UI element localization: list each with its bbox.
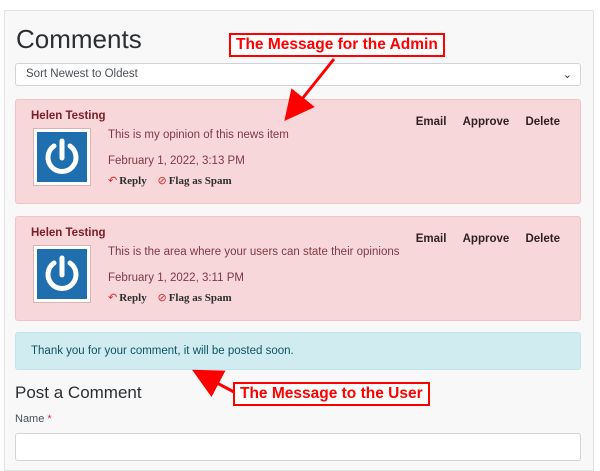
user-arrow <box>192 369 235 398</box>
admin-message-annotation: The Message for the Admin <box>229 33 445 57</box>
admin-arrow <box>284 58 336 122</box>
user-message-annotation: The Message to the User <box>233 382 430 406</box>
